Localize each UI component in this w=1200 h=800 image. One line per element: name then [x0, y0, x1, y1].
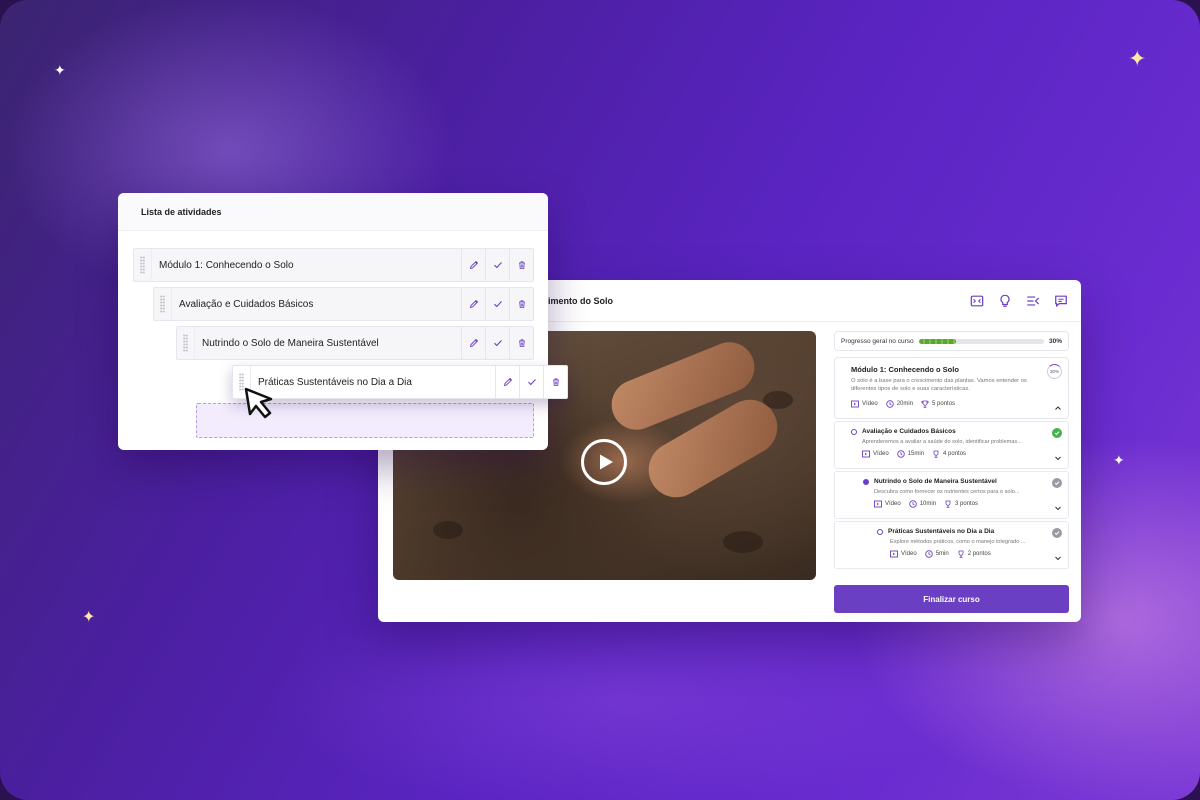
activity-row[interactable]: Avaliação e Cuidados Básicos [153, 287, 534, 321]
progress-fill [918, 338, 957, 344]
background-canvas: ✦ ✦ ✦ ✦ ecimento do Solo Progresso geral… [0, 0, 1200, 800]
course-progress: Progresso geral no curso 30% [834, 331, 1069, 351]
clock-icon [896, 450, 905, 458]
sparkle-icon: ✦ [1128, 46, 1147, 71]
lesson-description: Explore métodos práticos, como o manejo … [890, 539, 1026, 545]
chevron-down-icon[interactable] [1054, 454, 1062, 462]
soil-texture [723, 531, 763, 553]
activity-label: Práticas Sustentáveis no Dia a Dia [258, 376, 412, 388]
trophy-icon [958, 550, 964, 558]
lesson-description: Descubra como fornecer os nutrientes cer… [874, 489, 1020, 495]
play-icon [599, 454, 613, 470]
pending-status-icon [1052, 528, 1062, 538]
activities-list-panel: Lista de atividades Módulo 1: Conhecendo… [118, 193, 568, 450]
finish-course-button[interactable]: Finalizar curso [834, 585, 1069, 613]
progress-bar [918, 338, 1044, 344]
check-icon[interactable] [519, 366, 543, 398]
dragging-activity-row[interactable]: Práticas Sustentáveis no Dia a Dia [232, 365, 568, 399]
header-icons [969, 293, 1069, 309]
clock-icon [885, 399, 894, 408]
lesson-title: Práticas Sustentáveis no Dia a Dia [877, 528, 1060, 535]
activity-label: Módulo 1: Conhecendo o Solo [159, 259, 294, 271]
trash-icon[interactable] [509, 327, 533, 359]
drag-handle-icon[interactable] [177, 327, 195, 359]
video-icon [851, 400, 859, 408]
lesson-card[interactable]: Nutrindo o Solo de Maneira Sustentável D… [834, 471, 1069, 519]
menu-collapse-icon[interactable] [1025, 293, 1041, 309]
meta-duration: 20min [885, 399, 913, 408]
trash-icon[interactable] [509, 249, 533, 281]
lesson-bullet [863, 478, 869, 485]
drag-handle-icon[interactable] [134, 249, 152, 281]
trash-icon[interactable] [543, 366, 567, 398]
lesson-bullet [851, 428, 857, 435]
module-progress-ring: 30% [1047, 364, 1062, 379]
check-icon[interactable] [485, 249, 509, 281]
activity-row[interactable]: Módulo 1: Conhecendo o Solo [133, 248, 534, 282]
lesson-description: Aprenderemos a avaliar a saúde do solo, … [862, 439, 1022, 445]
module-meta: Vídeo 20min 5 pontos [851, 399, 1060, 408]
player-title: ecimento do Solo [538, 295, 614, 306]
activity-label: Nutrindo o Solo de Maneira Sustentável [202, 337, 379, 349]
expand-icon[interactable] [969, 293, 985, 309]
trophy-icon [921, 400, 929, 408]
lesson-title: Nutrindo o Solo de Maneira Sustentável [863, 478, 1060, 485]
progress-label: Progresso geral no curso [841, 337, 914, 345]
module-description: O solo é a base para o crescimento das p… [851, 378, 1027, 392]
pending-status-icon [1052, 478, 1062, 488]
play-button[interactable] [581, 439, 627, 485]
edit-icon[interactable] [495, 366, 519, 398]
edit-icon[interactable] [461, 327, 485, 359]
activity-label: Avaliação e Cuidados Básicos [179, 298, 314, 310]
video-icon [874, 500, 882, 508]
drag-handle-icon[interactable] [154, 288, 172, 320]
chevron-down-icon[interactable] [1054, 554, 1062, 562]
module-title: Módulo 1: Conhecendo o Solo [851, 365, 959, 374]
video-icon [890, 550, 898, 558]
mouse-cursor-icon [244, 387, 273, 419]
sparkle-icon: ✦ [1113, 452, 1125, 468]
chat-icon[interactable] [1053, 293, 1069, 309]
meta-type: Vídeo [851, 400, 878, 408]
edit-icon[interactable] [461, 288, 485, 320]
activity-row[interactable]: Nutrindo o Solo de Maneira Sustentável [176, 326, 534, 360]
lesson-title: Avaliação e Cuidados Básicos [851, 428, 1060, 435]
trophy-icon [933, 450, 939, 458]
sparkle-icon: ✦ [82, 609, 96, 626]
chevron-down-icon[interactable] [1054, 504, 1062, 512]
course-sidebar: Progresso geral no curso 30% Módulo 1: C… [834, 331, 1069, 569]
sparkle-icon: ✦ [54, 62, 66, 78]
check-icon[interactable] [485, 327, 509, 359]
clock-icon [908, 500, 917, 508]
trophy-icon [945, 500, 951, 508]
activities-list-title: Lista de atividades [118, 193, 548, 231]
lesson-meta: Vídeo 15min 4 pontos [851, 450, 1060, 458]
progress-value: 30% [1048, 337, 1062, 345]
lesson-meta: Vídeo 5min 2 pontos [877, 550, 1060, 558]
chevron-up-icon[interactable] [1054, 404, 1062, 412]
lesson-meta: Vídeo 10min 3 pontos [863, 500, 1060, 508]
video-icon [862, 450, 870, 458]
completed-status-icon [1052, 428, 1062, 438]
edit-icon[interactable] [461, 249, 485, 281]
lesson-card[interactable]: Práticas Sustentáveis no Dia a Dia Explo… [834, 521, 1069, 569]
lesson-bullet [877, 528, 883, 535]
module-card[interactable]: Módulo 1: Conhecendo o Solo O solo é a b… [834, 357, 1069, 419]
soil-texture [433, 521, 463, 539]
lesson-card[interactable]: Avaliação e Cuidados Básicos Aprenderemo… [834, 421, 1069, 469]
trash-icon[interactable] [509, 288, 533, 320]
lightbulb-icon[interactable] [997, 293, 1013, 309]
clock-icon [924, 550, 933, 558]
check-icon[interactable] [485, 288, 509, 320]
meta-points: 5 pontos [921, 400, 955, 408]
